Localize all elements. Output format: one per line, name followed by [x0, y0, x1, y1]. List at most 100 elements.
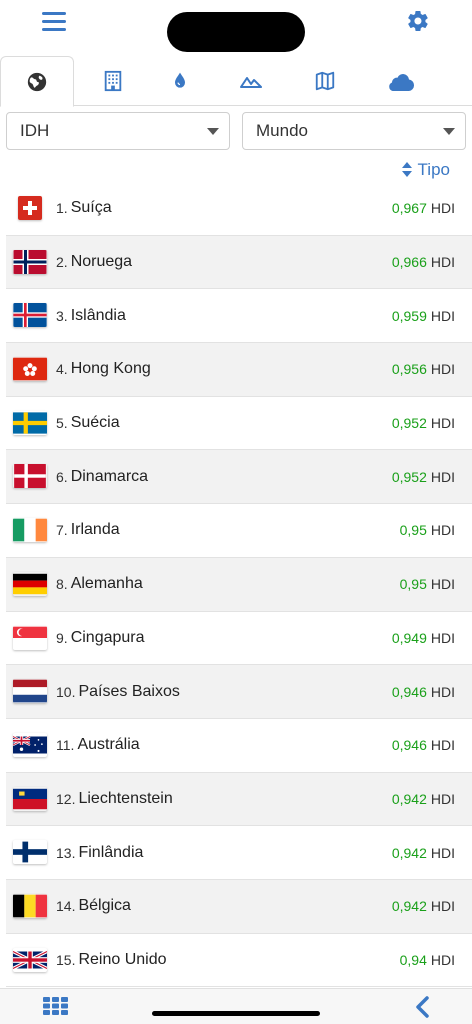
- rank-number: 12.: [56, 790, 76, 807]
- hdi-value: 0,942 HDI: [392, 773, 455, 826]
- chevron-down-icon: [443, 128, 455, 135]
- country-name: Islândia: [70, 306, 126, 324]
- hdi-value: 0,952 HDI: [392, 450, 455, 503]
- grid-icon[interactable]: [43, 997, 68, 1015]
- country-label: 2. Noruega: [56, 236, 132, 289]
- list-item[interactable]: 14. Bélgica 0,942 HDI: [6, 879, 472, 934]
- country-label: 5. Suécia: [56, 397, 120, 450]
- rank-number: 1.: [56, 200, 68, 217]
- indicator-select[interactable]: IDH: [6, 112, 230, 150]
- rank-number: 11.: [56, 737, 75, 754]
- rank-number: 15.: [56, 951, 76, 968]
- value-unit: HDI: [430, 737, 455, 754]
- rank-number: 3.: [56, 307, 68, 324]
- rank-number: 9.: [56, 629, 68, 646]
- country-label: 8. Alemanha: [56, 558, 143, 611]
- sort-label: Tipo: [417, 160, 450, 179]
- list-item[interactable]: 1. Suíça 0,967 HDI: [6, 182, 472, 236]
- region-select[interactable]: Mundo: [242, 112, 466, 150]
- flag-icon: [13, 840, 47, 864]
- flag-icon: [13, 303, 47, 328]
- country-label: 13. Finlândia: [56, 826, 143, 879]
- tab-building[interactable]: [76, 56, 150, 106]
- country-name: Alemanha: [70, 575, 143, 593]
- indicator-select-value: IDH: [20, 121, 50, 140]
- list-item[interactable]: 2. Noruega 0,966 HDI: [6, 235, 472, 290]
- country-label: 4. Hong Kong: [56, 343, 151, 396]
- country-name: Irlanda: [70, 521, 120, 539]
- hdi-value: 0,967 HDI: [392, 182, 455, 235]
- country-label: 12. Liechtenstein: [56, 773, 173, 826]
- list-item[interactable]: 6. Dinamarca 0,952 HDI: [6, 450, 472, 505]
- rank-number: 4.: [56, 361, 68, 378]
- country-label: 3. Islândia: [56, 289, 126, 342]
- tab-globe[interactable]: [0, 56, 74, 107]
- country-label: 14. Bélgica: [56, 880, 131, 933]
- hdi-value: 0,946 HDI: [392, 665, 455, 718]
- country-name: Suécia: [70, 414, 120, 432]
- ranking-list: 1. Suíça 0,967 HDI 2. Noruega 0,966 HDI 3. Islând…: [6, 182, 472, 988]
- value-number: 0,946: [391, 737, 427, 754]
- country-label: 11. Austrália: [56, 719, 140, 772]
- hamburger-menu-icon[interactable]: [42, 12, 66, 32]
- tab-weather[interactable]: [364, 56, 438, 106]
- tab-mountains[interactable]: [214, 56, 288, 106]
- country-name: Cingapura: [70, 628, 145, 646]
- list-item[interactable]: 4. Hong Kong 0,956 HDI: [6, 343, 472, 397]
- country-name: Noruega: [70, 253, 133, 271]
- list-item[interactable]: 11. Austrália 0,946 HDI: [6, 719, 472, 773]
- rank-number: 7.: [56, 522, 68, 539]
- value-unit: HDI: [430, 683, 455, 700]
- country-name: Liechtenstein: [78, 789, 173, 807]
- country-label: 9. Cingapura: [56, 612, 145, 665]
- list-item[interactable]: 9. Cingapura 0,949 HDI: [6, 612, 472, 666]
- flag-icon: [13, 357, 47, 381]
- rank-number: 10.: [56, 683, 76, 700]
- list-item[interactable]: 5. Suécia 0,952 HDI: [6, 397, 472, 451]
- value-number: 0,967: [391, 200, 427, 217]
- hdi-value: 0,952 HDI: [392, 397, 455, 450]
- hdi-value: 0,95 HDI: [400, 558, 455, 611]
- flag-icon: [13, 948, 47, 972]
- value-number: 0,942: [391, 898, 427, 915]
- top-bar: [0, 0, 472, 52]
- flag-icon: [13, 518, 47, 542]
- rank-number: 14.: [56, 898, 76, 915]
- tab-map[interactable]: [288, 56, 362, 106]
- building-icon: [104, 70, 122, 92]
- bottom-bar: [0, 988, 472, 1024]
- flag-icon: [13, 733, 47, 757]
- value-unit: HDI: [430, 415, 455, 432]
- list-item[interactable]: 13. Finlândia 0,942 HDI: [6, 826, 472, 880]
- tab-water[interactable]: [143, 56, 217, 106]
- globe-icon: [27, 72, 47, 91]
- value-number: 0,94: [399, 951, 427, 968]
- hdi-value: 0,949 HDI: [392, 612, 455, 665]
- list-item[interactable]: 10. Países Baixos 0,946 HDI: [6, 665, 472, 719]
- chevron-down-icon: [207, 128, 219, 135]
- gear-icon[interactable]: [406, 9, 430, 33]
- country-label: 6. Dinamarca: [56, 450, 148, 503]
- value-unit: HDI: [430, 254, 455, 271]
- value-unit: HDI: [430, 576, 455, 593]
- hdi-value: 0,942 HDI: [392, 880, 455, 933]
- value-unit: HDI: [430, 629, 455, 646]
- home-indicator: [152, 1011, 320, 1016]
- country-label: 15. Reino Unido: [56, 934, 167, 987]
- rank-number: 8.: [56, 576, 68, 593]
- camera-notch: [167, 12, 305, 52]
- back-chevron-icon[interactable]: [414, 995, 430, 1019]
- flag-icon: [18, 196, 42, 220]
- value-unit: HDI: [430, 361, 455, 378]
- value-unit: HDI: [430, 898, 455, 915]
- country-name: Hong Kong: [70, 360, 151, 378]
- list-item[interactable]: 15. Reino Unido 0,94 HDI: [6, 934, 472, 988]
- flag-icon: [13, 787, 47, 811]
- list-item[interactable]: 12. Liechtenstein 0,942 HDI: [6, 772, 472, 827]
- list-item[interactable]: 3. Islândia 0,959 HDI: [6, 289, 472, 344]
- value-number: 0,946: [391, 683, 427, 700]
- sort-by-type-button[interactable]: Tipo: [401, 160, 450, 180]
- value-number: 0,95: [399, 576, 427, 593]
- list-item[interactable]: 8. Alemanha 0,95 HDI: [6, 557, 472, 612]
- list-item[interactable]: 7. Irlanda 0,95 HDI: [6, 504, 472, 558]
